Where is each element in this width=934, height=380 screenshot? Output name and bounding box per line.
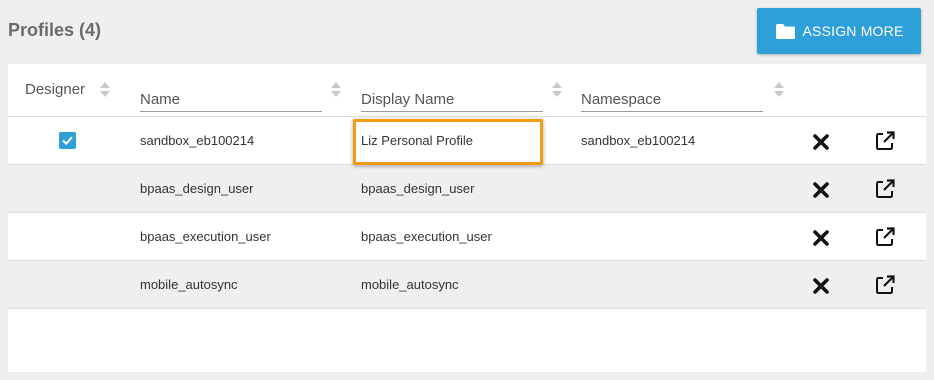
column-header-namespace-label: Namespace <box>581 91 662 108</box>
row-name: mobile_autosync <box>140 277 238 292</box>
external-link-icon[interactable] <box>874 226 896 248</box>
table-row[interactable]: sandbox_eb100214 Liz Personal Profile sa… <box>8 117 926 165</box>
delete-icon[interactable] <box>812 181 830 199</box>
row-name: bpaas_execution_user <box>140 229 271 244</box>
column-header-display-name-label: Display Name <box>361 91 455 108</box>
row-display-name: Liz Personal Profile <box>361 133 473 148</box>
row-display-name: bpaas_execution_user <box>361 229 492 244</box>
delete-icon[interactable] <box>812 229 830 247</box>
row-display-name: mobile_autosync <box>361 277 459 292</box>
page-title: Profiles (4) <box>8 20 102 40</box>
column-header-display-name[interactable]: Display Name <box>361 90 543 112</box>
sort-icon[interactable] <box>552 82 562 98</box>
page-header: Profiles (4) ASSIGN MORE <box>0 0 934 62</box>
table-row[interactable]: bpaas_design_user bpaas_design_user <box>8 165 926 213</box>
designer-checkbox[interactable] <box>59 132 76 149</box>
assign-more-label: ASSIGN MORE <box>802 23 904 39</box>
sort-icon[interactable] <box>331 82 341 98</box>
column-header-designer: Designer <box>25 81 86 98</box>
checkmark-icon <box>62 136 73 146</box>
assign-more-button[interactable]: ASSIGN MORE <box>757 8 921 54</box>
delete-icon[interactable] <box>812 277 830 295</box>
external-link-icon[interactable] <box>874 178 896 200</box>
table-row[interactable]: bpaas_execution_user bpaas_execution_use… <box>8 213 926 261</box>
table-header: Designer Name Display Name Namespace <box>8 64 926 117</box>
row-namespace: sandbox_eb100214 <box>581 133 696 148</box>
row-name: bpaas_design_user <box>140 181 254 196</box>
delete-icon[interactable] <box>812 133 830 151</box>
sort-icon[interactable] <box>774 82 784 98</box>
column-header-name[interactable]: Name <box>140 90 322 112</box>
profiles-table: Designer Name Display Name Namespace san… <box>8 64 926 372</box>
external-link-icon[interactable] <box>874 274 896 296</box>
table-row[interactable]: mobile_autosync mobile_autosync <box>8 261 926 309</box>
sort-icon[interactable] <box>100 82 110 98</box>
row-name: sandbox_eb100214 <box>140 133 255 148</box>
column-header-name-label: Name <box>140 91 181 108</box>
column-header-namespace[interactable]: Namespace <box>581 90 763 112</box>
row-display-name: bpaas_design_user <box>361 181 475 196</box>
external-link-icon[interactable] <box>874 130 896 152</box>
folder-icon <box>775 23 795 39</box>
